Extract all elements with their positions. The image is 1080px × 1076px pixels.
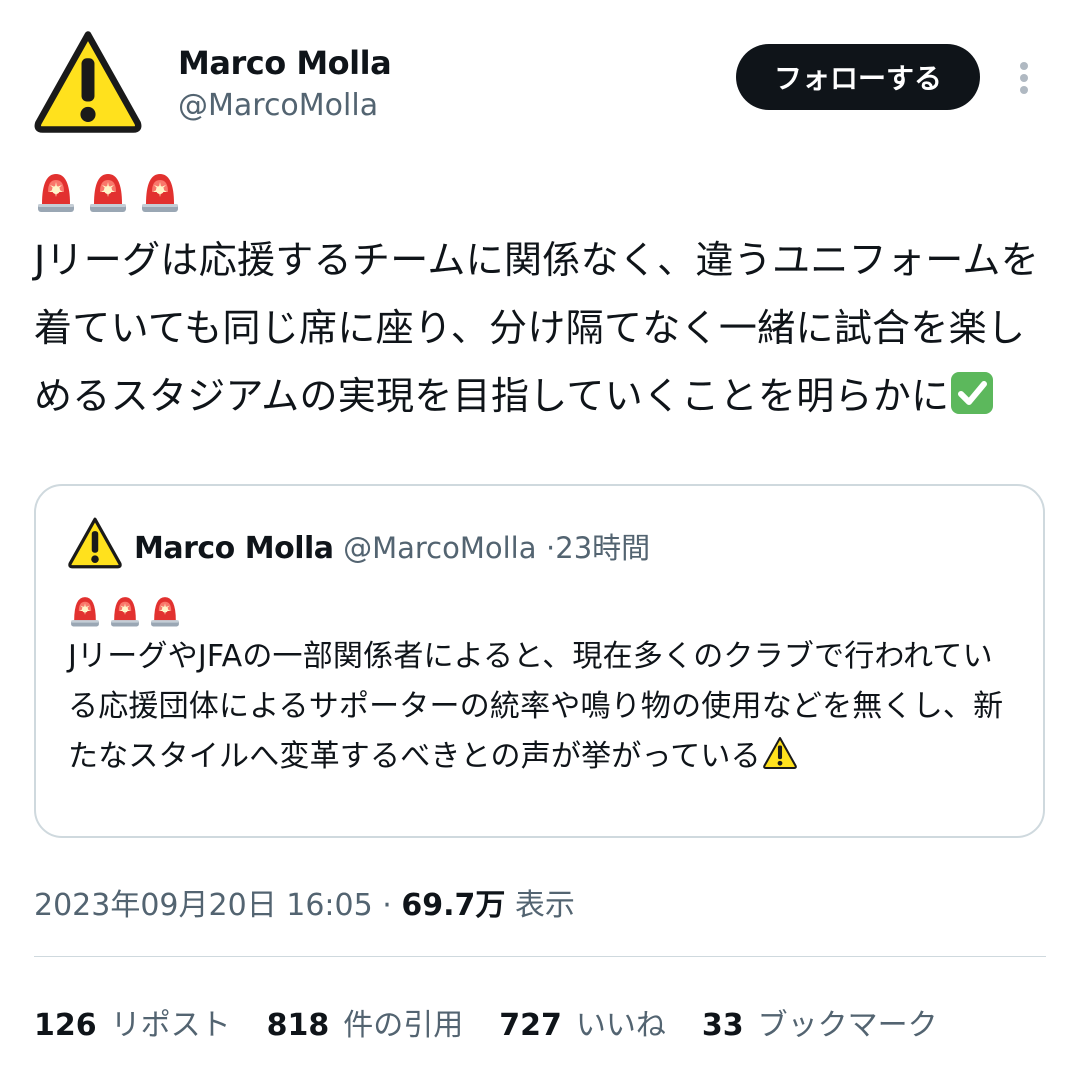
author-avatar-warning-icon[interactable] — [34, 28, 142, 136]
police-light-icon — [138, 168, 182, 216]
bookmarks-count: 33 — [701, 1008, 744, 1043]
quotes-count: 818 — [266, 1008, 330, 1043]
reposts-label: リポスト — [110, 1008, 231, 1043]
quotes-stat[interactable]: 818 件の引用 — [267, 1000, 464, 1044]
quoted-tweet-header: Marco Molla @MarcoMolla ·23時間 — [134, 525, 650, 567]
police-light-icon — [86, 168, 130, 216]
police-light-icon — [34, 168, 78, 216]
quoted-tweet-time[interactable]: 23時間 — [555, 531, 650, 565]
police-light-icon — [68, 592, 102, 630]
separator-dot: · — [382, 888, 392, 923]
police-light-icon — [148, 592, 182, 630]
engagement-stats: 126 リポスト 818 件の引用 727 いいね 33 ブックマーク — [34, 1000, 938, 1044]
reposts-stat[interactable]: 126 リポスト — [34, 1000, 231, 1044]
quoted-author-handle[interactable]: @MarcoMolla — [343, 531, 536, 565]
quoted-author-name[interactable]: Marco Molla — [134, 531, 334, 566]
author-handle[interactable]: @MarcoMolla — [178, 88, 378, 123]
check-mark-icon — [951, 372, 994, 414]
more-vertical-icon[interactable] — [1008, 56, 1042, 100]
tweet-text: Jリーグは応援するチームに関係なく、違うユニフォームを着ていても同じ席に座り、分… — [34, 226, 1048, 430]
tweet-timestamp[interactable]: 2023年09月20日 16:05 — [34, 888, 373, 923]
divider — [34, 956, 1046, 957]
quoted-tweet-text: JリーグやJFAの一部関係者によると、現在多くのクラブで行われている応援団体によ… — [68, 632, 1008, 782]
follow-button[interactable]: フォローする — [736, 44, 980, 110]
tweet-meta: 2023年09月20日 16:05 · 69.7万 表示 — [34, 880, 575, 924]
bookmarks-stat[interactable]: 33 ブックマーク — [702, 1000, 938, 1044]
views-label: 表示 — [514, 888, 575, 923]
siren-emoji-row — [34, 168, 182, 216]
quoted-siren-emoji-row — [68, 592, 182, 630]
quotes-label: 件の引用 — [343, 1008, 464, 1043]
likes-count: 727 — [499, 1008, 562, 1043]
warning-icon — [761, 736, 799, 770]
police-light-icon — [108, 592, 142, 630]
quoted-tweet-body: JリーグやJFAの一部関係者によると、現在多くのクラブで行われている応援団体によ… — [68, 639, 1004, 774]
likes-stat[interactable]: 727 いいね — [499, 1000, 666, 1044]
separator-dot: · — [546, 531, 556, 565]
tweet-body: Jリーグは応援するチームに関係なく、違うユニフォームを着ていても同じ席に座り、分… — [34, 238, 1040, 418]
likes-label: いいね — [575, 1008, 666, 1043]
views-count: 69.7万 — [401, 888, 506, 923]
bookmarks-label: ブックマーク — [757, 1008, 938, 1043]
author-name[interactable]: Marco Molla — [178, 44, 392, 82]
reposts-count: 126 — [34, 1008, 97, 1043]
quoted-author-avatar-warning-icon[interactable] — [68, 516, 122, 570]
